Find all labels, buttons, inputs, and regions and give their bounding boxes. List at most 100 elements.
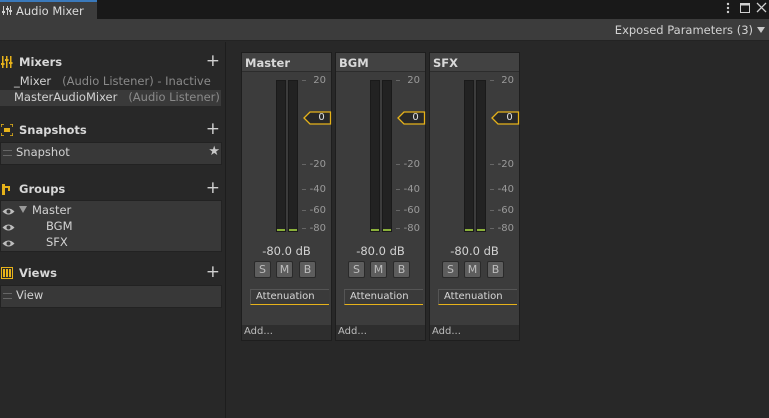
snapshots-header: Snapshots +	[0, 120, 226, 139]
toolbar: Exposed Parameters (3)	[0, 19, 769, 41]
expand-arrow-icon[interactable]	[19, 206, 27, 213]
fader-value: 0	[412, 112, 419, 123]
add-group-button[interactable]: +	[206, 179, 220, 197]
strip-header[interactable]: BGM	[336, 53, 425, 72]
scale-label: -80	[497, 223, 514, 234]
mixer-name: MasterAudioMixer	[14, 90, 118, 104]
sidebar: Mixers + _Mixer (Audio Listener) - Inact…	[0, 42, 226, 418]
views-header: Views +	[0, 263, 226, 282]
level-meter	[382, 80, 392, 232]
channel-strip[interactable]: BGM 20 -20 -40 -60 -80 0 -80.0 dB S M B Atte…	[335, 52, 426, 341]
scale-label: -60	[309, 205, 326, 216]
views-title: Views	[19, 266, 57, 280]
views-list: View	[0, 285, 222, 308]
bypass-button[interactable]: B	[487, 261, 504, 278]
drag-handle-icon[interactable]	[3, 150, 12, 156]
snapshot-item[interactable]: Snapshot ★	[1, 145, 222, 161]
volume-fader[interactable]: 0	[303, 111, 332, 125]
scale-label: -60	[497, 205, 514, 216]
add-effect-area: Add...	[430, 325, 519, 340]
mixers-header: Mixers +	[0, 52, 226, 71]
snapshots-list: Snapshot ★	[0, 142, 222, 165]
scale-label: -40	[403, 184, 420, 195]
add-mixer-button[interactable]: +	[206, 52, 220, 70]
strip-header[interactable]: Master	[242, 53, 331, 72]
effect-slot[interactable]: Attenuation	[250, 289, 329, 305]
solo-button[interactable]: S	[254, 261, 271, 278]
star-icon[interactable]: ★	[208, 145, 220, 159]
add-effect-button[interactable]: Add...	[244, 326, 273, 337]
tab-audio-mixer[interactable]: Audio Mixer	[0, 0, 97, 19]
groups-header: Groups +	[0, 179, 226, 198]
fader-value: 0	[506, 112, 513, 123]
mute-button[interactable]: M	[370, 261, 387, 278]
group-item[interactable]: SFX	[1, 234, 222, 250]
chevron-down-icon	[757, 27, 765, 33]
close-icon[interactable]	[756, 2, 767, 16]
volume-readout: -80.0 dB	[450, 244, 499, 258]
eye-icon[interactable]	[2, 205, 15, 215]
bypass-button[interactable]: B	[299, 261, 316, 278]
meter-area: 20 -20 -40 -60 -80 0	[242, 73, 332, 251]
level-meter	[276, 80, 286, 232]
volume-fader[interactable]: 0	[397, 111, 426, 125]
mixer-meta: (Audio Listener) -	[128, 90, 221, 104]
eye-icon[interactable]	[2, 237, 15, 247]
meter-area: 20 -20 -40 -60 -80 0	[336, 73, 426, 251]
kebab-menu-icon[interactable]	[726, 2, 730, 17]
drag-handle-icon[interactable]	[3, 293, 12, 299]
meter-area: 20 -20 -40 -60 -80 0	[430, 73, 520, 251]
strip-name: BGM	[339, 56, 369, 70]
strip-name: SFX	[433, 56, 459, 70]
view-item[interactable]: View	[1, 288, 222, 304]
group-name: Master	[32, 203, 72, 217]
group-item[interactable]: BGM	[1, 218, 222, 234]
mute-button[interactable]: M	[276, 261, 293, 278]
maximize-icon[interactable]	[740, 3, 750, 16]
scale-label: 20	[501, 75, 514, 86]
snapshot-name: Snapshot	[16, 145, 70, 159]
audio-mixer-icon	[2, 5, 12, 16]
group-item[interactable]: Master	[1, 202, 222, 218]
channel-strip[interactable]: Master 20 -20 -40 -60 -80 0 -80.0 dB S M B A…	[241, 52, 332, 341]
mixer-item[interactable]: _Mixer (Audio Listener) - Inactive	[0, 74, 221, 90]
level-meter	[464, 80, 474, 232]
group-name: BGM	[46, 219, 73, 233]
scale-label: -20	[309, 159, 326, 170]
add-snapshot-button[interactable]: +	[206, 120, 220, 138]
volume-fader[interactable]: 0	[491, 111, 520, 125]
mute-button[interactable]: M	[464, 261, 481, 278]
scale-label: -20	[497, 159, 514, 170]
solo-button[interactable]: S	[348, 261, 365, 278]
level-meter	[476, 80, 486, 232]
groups-icon	[1, 183, 13, 195]
scale-label: 20	[407, 75, 420, 86]
scale-label: -40	[309, 184, 326, 195]
exposed-parameters-dropdown[interactable]: Exposed Parameters (3)	[611, 21, 769, 39]
meter-level	[383, 229, 391, 231]
add-effect-button[interactable]: Add...	[338, 326, 367, 337]
eye-icon[interactable]	[2, 221, 15, 231]
meter-level	[477, 229, 485, 231]
add-view-button[interactable]: +	[206, 263, 220, 281]
snapshot-icon	[0, 123, 14, 137]
scale-label: -60	[403, 205, 420, 216]
channel-strip[interactable]: SFX 20 -20 -40 -60 -80 0 -80.0 dB S M B Atte…	[429, 52, 520, 341]
solo-button[interactable]: S	[442, 261, 459, 278]
bypass-button[interactable]: B	[393, 261, 410, 278]
snapshots-title: Snapshots	[19, 123, 87, 137]
effect-slot[interactable]: Attenuation	[438, 289, 517, 305]
meter-level	[371, 229, 379, 231]
meter-level	[277, 229, 285, 231]
mixer-meta: (Audio Listener) - Inactive	[62, 74, 211, 88]
views-icon	[1, 267, 13, 279]
add-effect-button[interactable]: Add...	[432, 326, 461, 337]
mixer-item[interactable]: MasterAudioMixer (Audio Listener) -	[0, 90, 221, 106]
meter-level	[289, 229, 297, 231]
strip-header[interactable]: SFX	[430, 53, 519, 72]
title-bar: Audio Mixer	[0, 0, 769, 19]
groups-list: Master BGM SFX	[0, 200, 222, 252]
scale-label: -80	[403, 223, 420, 234]
effect-slot[interactable]: Attenuation	[344, 289, 423, 305]
mixer-strips: Master 20 -20 -40 -60 -80 0 -80.0 dB S M B A…	[227, 42, 769, 418]
